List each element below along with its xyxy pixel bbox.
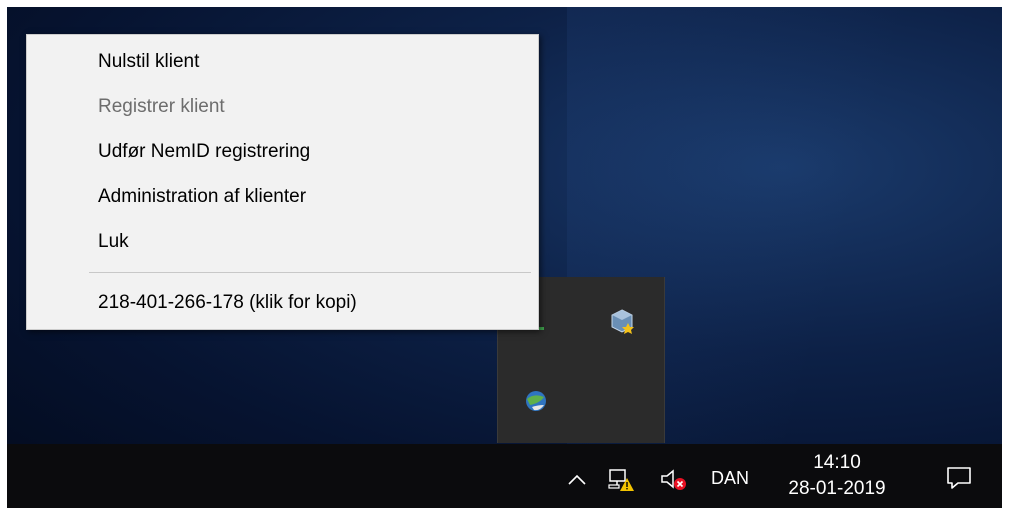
menu-item-register-client: Registrer klient <box>98 96 225 117</box>
context-menu: Nulstil klient Registrer klient Udfør Ne… <box>26 34 539 330</box>
clock-time: 14:10 <box>813 452 861 473</box>
taskbar: DAN 14:10 28-01-2019 <box>7 444 1002 508</box>
language-indicator[interactable]: DAN <box>703 458 757 498</box>
notification-center-button[interactable] <box>937 458 981 498</box>
desktop: 'S' Nulstil klient Registrer klient Udfø… <box>7 7 1002 508</box>
menu-item-manage-clients[interactable]: Administration af klienter <box>27 177 538 217</box>
chevron-up-icon <box>568 474 586 485</box>
action-center-icon <box>947 467 971 489</box>
network-warning-icon[interactable] <box>603 462 639 498</box>
volume-muted-icon[interactable] <box>655 462 691 498</box>
menu-separator <box>89 272 531 273</box>
clock-date: 28-01-2019 <box>788 478 886 499</box>
menu-item-copy-id[interactable]: 218-401-266-178 (klik for kopi) <box>27 283 538 323</box>
virtualbox-icon[interactable] <box>608 307 636 335</box>
menu-item-close[interactable]: Luk <box>27 222 538 262</box>
show-hidden-icons-button[interactable] <box>559 462 595 498</box>
menu-item-nemid-registration[interactable]: Udfør NemID registrering <box>27 132 538 172</box>
clock[interactable]: 14:10 28-01-2019 <box>772 448 902 504</box>
globe-app-icon[interactable] <box>522 387 550 415</box>
menu-item-reset-client[interactable]: Nulstil klient <box>27 42 538 82</box>
